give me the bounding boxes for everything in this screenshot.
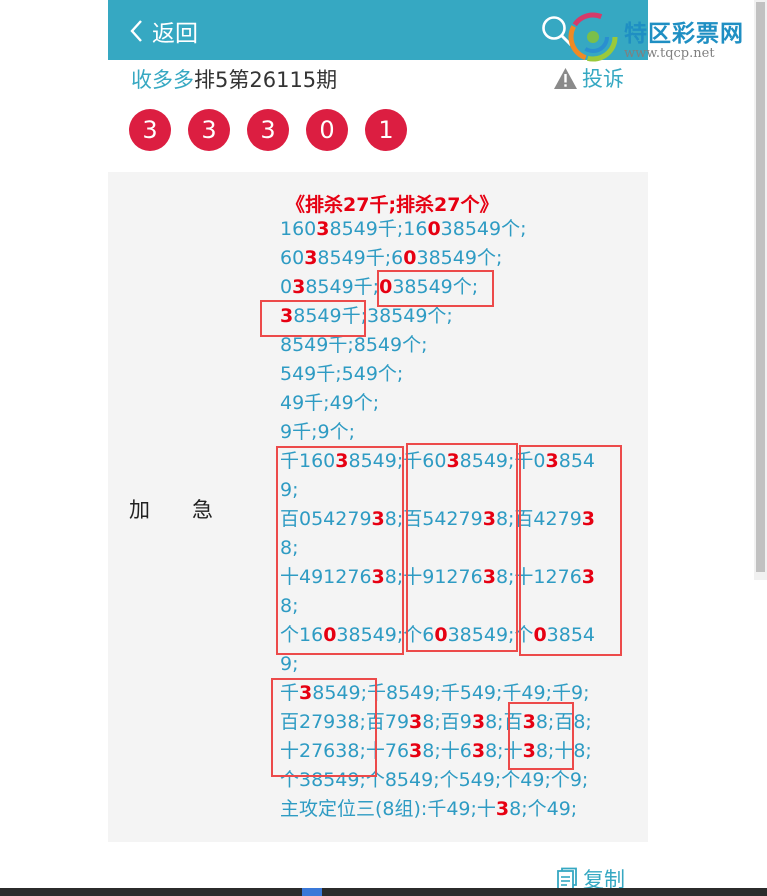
taskbar <box>0 888 767 896</box>
logo-url: www.tqcp.net <box>624 46 715 61</box>
line-text: 38549个; <box>440 218 527 240</box>
line-text: 60 <box>280 247 305 269</box>
line-text: 0 <box>280 276 293 298</box>
highlighted-digit: 0 <box>403 247 417 269</box>
highlight-box <box>271 678 377 777</box>
highlight-box <box>519 445 622 656</box>
content-line: 主攻定位三(8组):千49;十38;个49; <box>280 795 577 823</box>
highlighted-digit: 3 <box>471 740 486 762</box>
line-text: 8549千;16 <box>329 218 428 240</box>
highlighted-digit: 3 <box>471 711 486 733</box>
highlighted-digit: 3 <box>304 247 318 269</box>
highlighted-digit: 3 <box>409 711 423 733</box>
issue-title: 收多多排5第26115期 <box>131 64 337 94</box>
line-text: 8;个49; <box>509 798 578 820</box>
line-text: 38549个; <box>416 247 503 269</box>
highlight-box <box>276 446 404 655</box>
highlighted-digit: 3 <box>316 218 330 240</box>
warning-icon <box>554 67 577 89</box>
highlighted-digit: 3 <box>409 740 423 762</box>
number-ball: 1 <box>365 109 407 151</box>
site-logo: 特区彩票网 www.tqcp.net <box>566 8 766 64</box>
highlighted-digit: 3 <box>292 276 306 298</box>
complaint-label: 投诉 <box>582 67 624 91</box>
complaint-button[interactable]: 投诉 <box>553 63 624 93</box>
line-text: 49千;49个; <box>280 392 380 414</box>
line-text: 160 <box>280 218 317 240</box>
highlighted-digit: 0 <box>427 218 441 240</box>
draw-numbers: 3 3 3 0 1 <box>129 109 424 151</box>
number-ball: 0 <box>306 109 348 151</box>
highlight-box <box>377 270 494 307</box>
back-label: 返回 <box>152 21 198 47</box>
line-text: 主攻定位三(8组):千49;十 <box>280 798 496 820</box>
logo-text: 特区彩票网 <box>624 21 744 47</box>
content-line: 6038549千;6038549个; <box>280 244 502 272</box>
line-text: 8549千;6 <box>317 247 404 269</box>
number-ball: 3 <box>188 109 230 151</box>
scrollbar[interactable] <box>754 0 767 580</box>
highlight-box <box>260 300 366 337</box>
chevron-left-icon <box>130 20 142 42</box>
line-text: 9千;9个; <box>280 421 355 443</box>
taskbar-app-icon[interactable] <box>302 888 322 896</box>
highlight-box <box>508 702 574 770</box>
number-ball: 3 <box>129 109 171 151</box>
line-text: 8;百9 <box>422 711 472 733</box>
line-text: 8549千; <box>305 276 380 298</box>
row-label: 加 急 <box>129 498 213 522</box>
logo-swirl-icon <box>568 12 618 62</box>
issue-number: 排5第26115期 <box>194 68 338 92</box>
line-text: 8;十6 <box>422 740 472 762</box>
highlighted-digit: 3 <box>495 798 510 820</box>
author-link[interactable]: 收多多 <box>131 68 194 92</box>
number-ball: 3 <box>247 109 289 151</box>
line-text: 8549千;8549个; <box>280 334 428 356</box>
back-button[interactable]: 返回 <box>130 16 198 47</box>
line-text: 549千;549个; <box>280 363 404 385</box>
content-line: 16038549千;16038549个; <box>280 215 527 243</box>
content-line: 49千;49个; <box>280 389 379 417</box>
line-text: 9; <box>280 653 299 675</box>
scrollbar-thumb[interactable] <box>756 2 765 572</box>
content-line: 549千;549个; <box>280 360 403 388</box>
highlight-box <box>406 443 518 652</box>
content-line: 9千;9个; <box>280 418 355 446</box>
